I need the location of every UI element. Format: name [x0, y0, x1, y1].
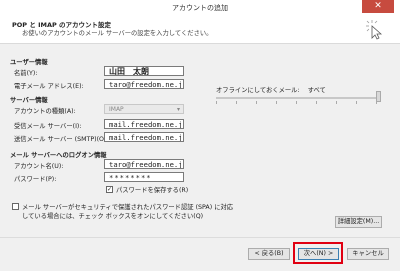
logon-info-heading: メール サーバーへのログオン情報: [10, 152, 107, 159]
chevron-down-icon: ▾: [176, 106, 180, 113]
name-label: 名前(Y):: [14, 70, 38, 77]
back-button[interactable]: < 戻る(B): [248, 248, 290, 260]
spa-label-line1: メール サーバーがセキュリティで保護されたパスワード認証 (SPA) に対応: [22, 204, 234, 211]
header-subtitle: お使いのアカウントのメール サーバーの設定を入力してください。: [22, 30, 213, 37]
more-settings-button[interactable]: 詳細設定(M)...: [335, 216, 382, 228]
outgoing-server-field[interactable]: mail.freedom.ne.jp: [104, 132, 184, 142]
spa-label-line2: している場合には、チェック ボックスをオンにしてください(Q): [22, 213, 204, 220]
account-dialog: アカウントの追加 ✕ POP と IMAP のアカウント設定 お使いのアカウント…: [0, 0, 400, 271]
account-type-value: IMAP: [109, 106, 124, 113]
email-label: 電子メール アドレス(E):: [14, 83, 84, 90]
email-field[interactable]: taro@freedom.ne.jp: [104, 79, 184, 89]
account-type-select[interactable]: IMAP ▾: [104, 104, 184, 114]
outgoing-server-label: 送信メール サーバー (SMTP)(O):: [14, 136, 109, 143]
server-info-heading: サーバー情報: [10, 97, 48, 104]
next-button-highlight: [293, 242, 343, 264]
offline-mail-setting: オフラインにしておくメール: すべて: [216, 85, 326, 94]
cursor-arrow-icon: [366, 20, 383, 40]
dialog-header: POP と IMAP のアカウント設定 お使いのアカウントのメール サーバーの設…: [0, 15, 400, 44]
name-field[interactable]: 山田 太朗: [104, 66, 184, 76]
offline-mail-slider-track: [216, 97, 381, 99]
title-bar: アカウントの追加 ✕: [0, 0, 400, 16]
incoming-server-field[interactable]: mail.freedom.ne.jp: [104, 119, 184, 129]
cancel-button[interactable]: キャンセル: [347, 248, 389, 260]
window-title: アカウントの追加: [172, 4, 228, 12]
close-button[interactable]: ✕: [362, 0, 394, 13]
settings-panel: ユーザー情報 名前(Y): 山田 太朗 電子メール アドレス(E): taro@…: [0, 44, 400, 237]
password-label: パスワード(P):: [14, 176, 57, 183]
offline-mail-label: オフラインにしておくメール:: [216, 87, 300, 94]
remember-password-label: パスワードを保存する(R): [116, 187, 189, 194]
user-info-heading: ユーザー情報: [10, 59, 48, 66]
offline-mail-slider-ticks: [216, 101, 381, 104]
incoming-server-label: 受信メール サーバー(I):: [14, 123, 82, 130]
password-field[interactable]: ********: [104, 172, 184, 182]
offline-mail-value: すべて: [307, 87, 326, 94]
account-name-label: アカウント名(U):: [14, 163, 64, 170]
account-name-field[interactable]: taro@freedom.ne.jp: [104, 159, 184, 169]
remember-password-checkbox[interactable]: ✓: [106, 186, 113, 193]
account-type-label: アカウントの種類(A):: [14, 108, 76, 115]
spa-checkbox[interactable]: [12, 203, 19, 210]
